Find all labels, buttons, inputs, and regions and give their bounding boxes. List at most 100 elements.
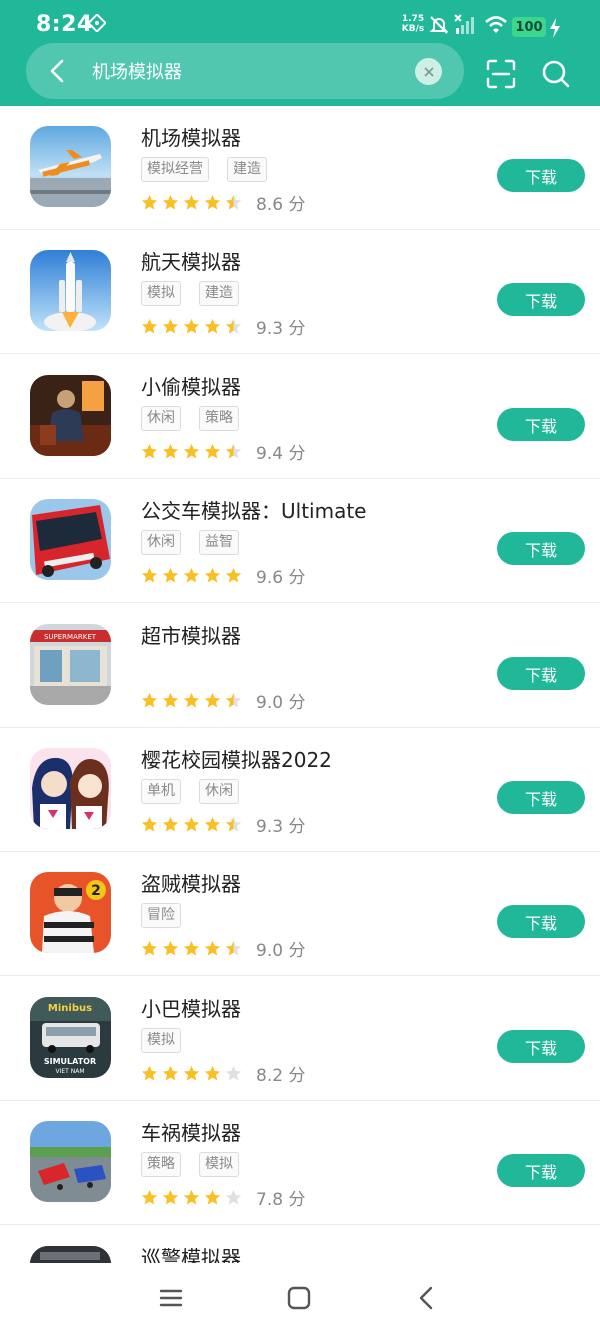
app-tags: 冒险 xyxy=(141,903,181,928)
svg-text:2: 2 xyxy=(91,883,101,899)
app-rating: 8.6 分 xyxy=(141,190,305,215)
thief-icon[interactable] xyxy=(30,375,111,456)
star-filled-icon xyxy=(141,567,158,583)
star-half-icon xyxy=(225,443,242,459)
app-tags: 策略 模拟 xyxy=(141,1152,239,1177)
star-half-icon xyxy=(225,940,242,956)
app-score: 8.6 分 xyxy=(256,195,306,215)
download-button[interactable]: 下载 xyxy=(497,408,585,441)
app-list-item[interactable]: 樱花校园模拟器2022 单机 休闲 9.3 分 下载 xyxy=(0,728,600,852)
scan-icon xyxy=(486,59,516,89)
app-tag: 建造 xyxy=(227,157,267,182)
network-speed: 1.75 KB/s xyxy=(401,14,425,34)
download-button[interactable]: 下载 xyxy=(497,1030,585,1063)
star-filled-icon xyxy=(183,940,200,956)
burglar-icon[interactable]: 2 xyxy=(30,872,111,953)
star-rating xyxy=(141,692,242,709)
app-name: 樱花校园模拟器2022 xyxy=(141,748,332,772)
star-filled-icon xyxy=(162,1189,179,1205)
minibus-icon[interactable]: Minibus SIMULATOR VIET NAM xyxy=(30,997,111,1078)
clear-search-button[interactable] xyxy=(415,58,442,85)
star-filled-icon xyxy=(141,1065,158,1081)
anime-girls-icon[interactable] xyxy=(30,748,111,829)
app-tags: 模拟 建造 xyxy=(141,281,239,306)
status-time: 8:24 xyxy=(36,12,93,37)
star-filled-icon xyxy=(204,567,221,583)
star-filled-icon xyxy=(141,816,158,832)
star-half-icon xyxy=(225,816,242,832)
download-button[interactable]: 下载 xyxy=(497,1154,585,1187)
app-rating: 8.2 分 xyxy=(141,1061,305,1086)
app-name: 小偷模拟器 xyxy=(141,375,241,399)
app-tag: 休闲 xyxy=(199,779,239,804)
nav-back-button[interactable] xyxy=(412,1283,442,1313)
airplane-icon[interactable] xyxy=(30,126,111,207)
download-button[interactable]: 下载 xyxy=(497,532,585,565)
star-half-icon xyxy=(225,692,242,708)
search-icon xyxy=(542,60,570,88)
star-filled-icon xyxy=(162,816,179,832)
app-list-item[interactable]: SUPERMARKET 超市模拟器 9.0 分 下载 xyxy=(0,604,600,728)
star-filled-icon xyxy=(183,692,200,708)
vpn-icon xyxy=(87,13,107,36)
app-list-item[interactable]: Minibus SIMULATOR VIET NAM 小巴模拟器模拟 8.2 分 下载 xyxy=(0,977,600,1101)
star-rating xyxy=(141,1189,242,1206)
app-tag: 模拟 xyxy=(141,1028,181,1053)
app-name: 机场模拟器 xyxy=(141,126,241,150)
app-name: 小巴模拟器 xyxy=(141,997,241,1021)
mute-bell-icon xyxy=(428,14,450,40)
app-list-item[interactable]: 巡警模拟器 xyxy=(0,1226,600,1263)
star-rating xyxy=(141,318,242,335)
close-icon xyxy=(423,66,434,77)
app-list-item[interactable]: 机场模拟器模拟经营 建造 8.6 分 下载 xyxy=(0,106,600,230)
star-filled-icon xyxy=(204,318,221,334)
app-list-item[interactable]: 公交车模拟器：Ultimate 休闲 益智 9.6 分 下载 xyxy=(0,479,600,603)
police-icon[interactable] xyxy=(30,1246,111,1263)
download-button[interactable]: 下载 xyxy=(497,159,585,192)
star-filled-icon xyxy=(204,940,221,956)
search-button[interactable] xyxy=(540,58,572,90)
download-button[interactable]: 下载 xyxy=(497,781,585,814)
app-score: 9.0 分 xyxy=(256,941,306,961)
app-tags: 休闲 益智 xyxy=(141,530,239,555)
app-list-item[interactable]: 车祸模拟器策略 模拟 7.8 分 下载 xyxy=(0,1101,600,1225)
search-input[interactable] xyxy=(92,55,412,87)
signal-off-icon xyxy=(454,14,476,40)
supermarket-icon[interactable]: SUPERMARKET xyxy=(30,624,111,705)
download-button[interactable]: 下载 xyxy=(497,905,585,938)
app-list-item[interactable]: 2 盗贼模拟器 冒险 9.0 分 下载 xyxy=(0,852,600,976)
search-bar xyxy=(26,43,464,99)
app-score: 9.6 分 xyxy=(256,568,306,588)
app-tags: 单机 休闲 xyxy=(141,779,239,804)
app-tag: 模拟 xyxy=(141,281,181,306)
back-button[interactable] xyxy=(40,53,76,89)
app-list-item[interactable]: 航天模拟器模拟 建造 9.3 分 下载 xyxy=(0,230,600,354)
scan-button[interactable] xyxy=(484,57,518,91)
app-tag: 模拟经营 xyxy=(141,157,209,182)
star-rating xyxy=(141,1065,242,1082)
app-rating: 9.3 分 xyxy=(141,812,305,837)
star-rating xyxy=(141,567,242,584)
app-score: 7.8 分 xyxy=(256,1190,306,1210)
app-rating: 7.8 分 xyxy=(141,1185,305,1210)
rocket-icon[interactable] xyxy=(30,250,111,331)
star-filled-icon xyxy=(204,194,221,210)
star-filled-icon xyxy=(204,1189,221,1205)
app-list-item[interactable]: 小偷模拟器 休闲 策略 9.4 分 下载 xyxy=(0,355,600,479)
wifi-icon xyxy=(484,14,508,40)
app-name: 车祸模拟器 xyxy=(141,1121,241,1145)
download-button[interactable]: 下载 xyxy=(497,283,585,316)
app-tags: 模拟 xyxy=(141,1028,181,1053)
menu-button[interactable] xyxy=(156,1283,186,1313)
app-rating: 9.3 分 xyxy=(141,314,305,339)
search-results-list: 机场模拟器 模拟经营 建造 8.6 分下载 航天模拟器 模拟 建造 9.3 分下载 小偷… xyxy=(0,106,600,1263)
app-name: 航天模拟器 xyxy=(141,250,241,274)
app-tag: 建造 xyxy=(199,281,239,306)
star-empty-icon xyxy=(225,1189,242,1205)
car-crash-icon[interactable] xyxy=(30,1121,111,1202)
bus-icon[interactable] xyxy=(30,499,111,580)
star-filled-icon xyxy=(204,1065,221,1081)
home-button[interactable] xyxy=(284,1283,314,1313)
app-rating: 9.0 分 xyxy=(141,688,305,713)
download-button[interactable]: 下载 xyxy=(497,657,585,690)
